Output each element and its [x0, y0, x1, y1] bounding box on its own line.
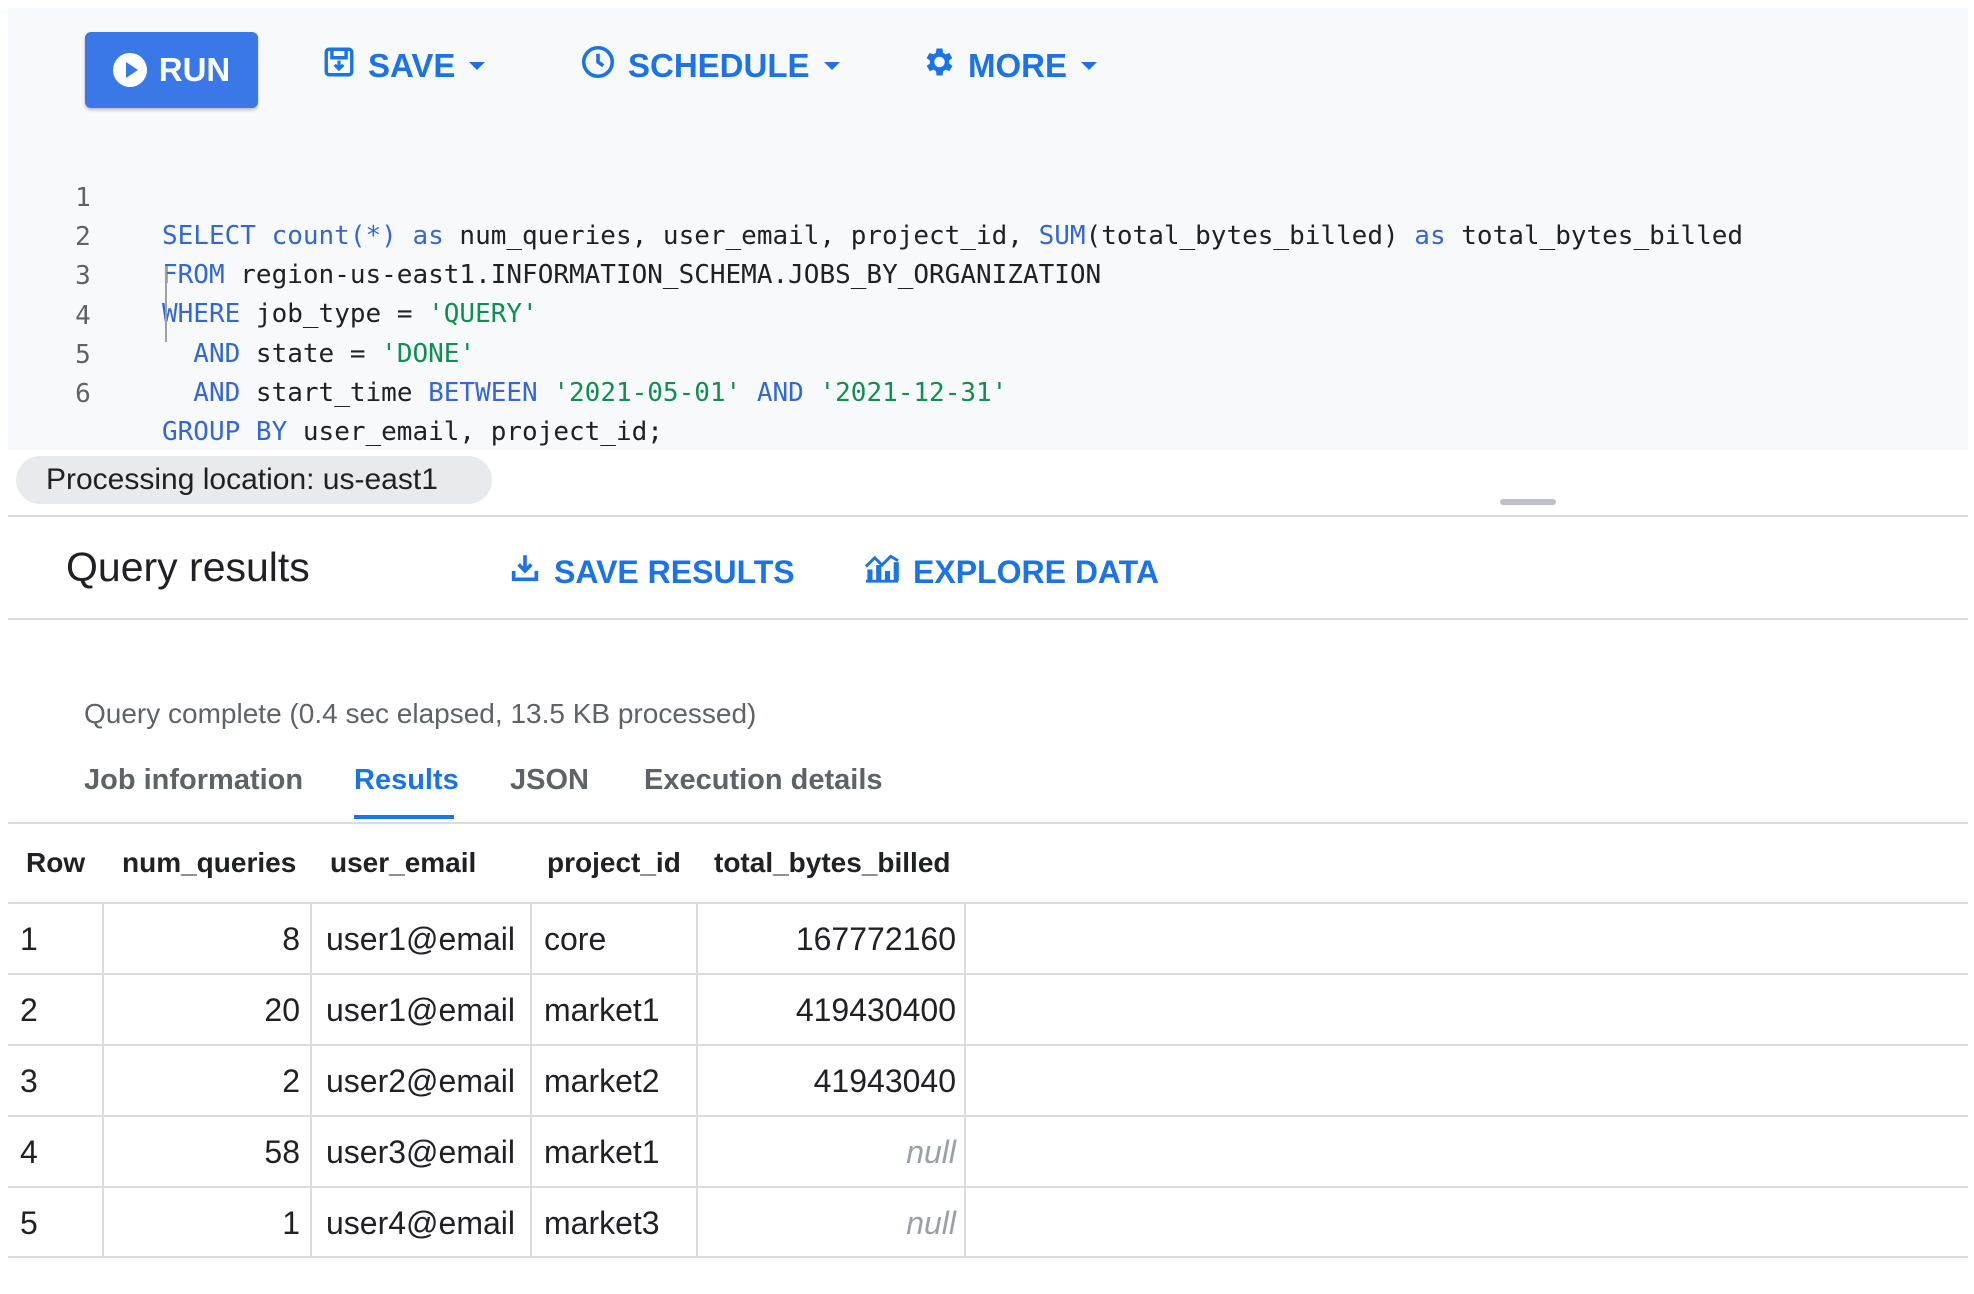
editor-toolbar: RUN SAVE SCHEDULE MORE — [8, 8, 1968, 128]
indent-guide — [165, 266, 167, 342]
tab-results[interactable]: Results — [354, 764, 459, 797]
code-text: AND start_time BETWEEN '2021-05-01' AND … — [162, 378, 1008, 408]
tab-job-information[interactable]: Job information — [84, 764, 303, 797]
chevron-down-icon — [1081, 62, 1097, 70]
gear-icon — [920, 44, 956, 88]
cell-row: 4 — [20, 1134, 38, 1170]
more-button[interactable]: MORE — [920, 42, 1097, 90]
query-results-title: Query results — [66, 544, 310, 590]
schedule-button[interactable]: SCHEDULE — [580, 42, 840, 90]
bigquery-console: RUN SAVE SCHEDULE MORE 1 SELECT count(*)… — [8, 8, 1968, 1286]
download-icon — [508, 551, 542, 593]
chart-icon — [863, 551, 901, 593]
sql-editor[interactable]: 1 SELECT count(*) as num_queries, user_e… — [8, 128, 1968, 450]
cell-row: 1 — [20, 921, 38, 957]
code-line: 4 AND state = 'DONE' — [8, 259, 1968, 369]
chevron-down-icon — [823, 62, 840, 70]
explore-data-button[interactable]: EXPLORE DATA — [863, 548, 1185, 596]
save-button[interactable]: SAVE — [322, 42, 486, 90]
cell-project-id: market3 — [544, 1205, 660, 1241]
table-bottom-border — [8, 1256, 1968, 1258]
column-divider — [102, 902, 104, 1256]
code-line: 3 WHERE job_type = 'QUERY' — [8, 219, 1968, 329]
cell-num-queries: 8 — [282, 921, 300, 957]
column-divider — [964, 902, 966, 1256]
column-header: user_email — [330, 847, 477, 878]
save-label: SAVE — [368, 47, 456, 84]
explore-data-label: EXPLORE DATA — [913, 553, 1159, 590]
table-row: 2 20 user1@email market1 419430400 — [8, 973, 1968, 1045]
table-row: 3 2 user2@email market2 41943040 — [8, 1044, 1968, 1116]
cell-project-id: core — [544, 921, 607, 957]
cell-user-email: user3@email — [326, 1134, 515, 1170]
cell-num-queries: 2 — [282, 1063, 300, 1099]
cell-project-id: market2 — [544, 1063, 660, 1099]
query-status: Query complete (0.4 sec elapsed, 13.5 KB… — [84, 698, 757, 729]
line-number: 6 — [75, 379, 91, 409]
cell-row: 5 — [20, 1205, 38, 1241]
column-divider — [310, 902, 312, 1256]
code-line: 5 AND start_time BETWEEN '2021-05-01' AN… — [8, 298, 1968, 408]
divider — [8, 618, 1968, 620]
cell-num-queries: 1 — [282, 1205, 300, 1241]
code-line: 2 FROM region-us-east1.INFORMATION_SCHEM… — [8, 180, 1968, 290]
tab-json[interactable]: JSON — [510, 764, 589, 797]
cell-row: 3 — [20, 1063, 38, 1099]
tab-execution-details[interactable]: Execution details — [644, 764, 883, 797]
column-divider — [530, 902, 532, 1256]
cell-user-email: user4@email — [326, 1205, 515, 1241]
more-label: MORE — [968, 47, 1067, 84]
cell-num-queries: 20 — [264, 992, 300, 1028]
results-table-header: Row num_queries user_email project_id to… — [8, 824, 1968, 902]
cell-row: 2 — [20, 992, 38, 1028]
code-line: 6 GROUP BY user_email, project_id; — [8, 337, 1968, 447]
cell-project-id: market1 — [544, 1134, 660, 1170]
cell-user-email: user2@email — [326, 1063, 515, 1099]
play-icon — [112, 53, 147, 87]
column-header: total_bytes_billed — [714, 847, 951, 878]
processing-location-chip: Processing location: us-east1 — [16, 456, 492, 504]
cell-total-bytes-billed: 167772160 — [795, 921, 956, 957]
run-button[interactable]: RUN — [85, 32, 258, 108]
save-results-button[interactable]: SAVE RESULTS — [508, 548, 795, 596]
cell-total-bytes-billed: 419430400 — [795, 992, 956, 1028]
cell-total-bytes-billed: null — [906, 1205, 956, 1241]
schedule-label: SCHEDULE — [628, 47, 810, 84]
run-label: RUN — [158, 51, 231, 88]
save-results-label: SAVE RESULTS — [554, 553, 795, 590]
divider — [8, 515, 1968, 517]
column-divider — [696, 902, 698, 1256]
column-header: project_id — [547, 847, 681, 878]
resize-handle[interactable] — [1500, 499, 1556, 505]
cell-num-queries: 58 — [264, 1134, 300, 1170]
cell-user-email: user1@email — [326, 921, 515, 957]
code-text: GROUP BY user_email, project_id; — [162, 417, 663, 447]
active-tab-indicator — [354, 815, 454, 819]
table-row: 1 8 user1@email core 167772160 — [8, 902, 1968, 974]
cell-total-bytes-billed: 41943040 — [813, 1063, 956, 1099]
cell-user-email: user1@email — [326, 992, 515, 1028]
table-row: 4 58 user3@email market1 null — [8, 1115, 1968, 1187]
column-header: Row — [26, 847, 86, 878]
table-row: 5 1 user4@email market3 null — [8, 1186, 1968, 1258]
code-line: 1 SELECT count(*) as num_queries, user_e… — [8, 141, 1968, 251]
chevron-down-icon — [469, 62, 486, 70]
cell-total-bytes-billed: null — [906, 1134, 956, 1170]
clock-icon — [580, 44, 616, 88]
column-header: num_queries — [122, 847, 297, 878]
cell-project-id: market1 — [544, 992, 660, 1028]
save-icon — [322, 45, 356, 87]
